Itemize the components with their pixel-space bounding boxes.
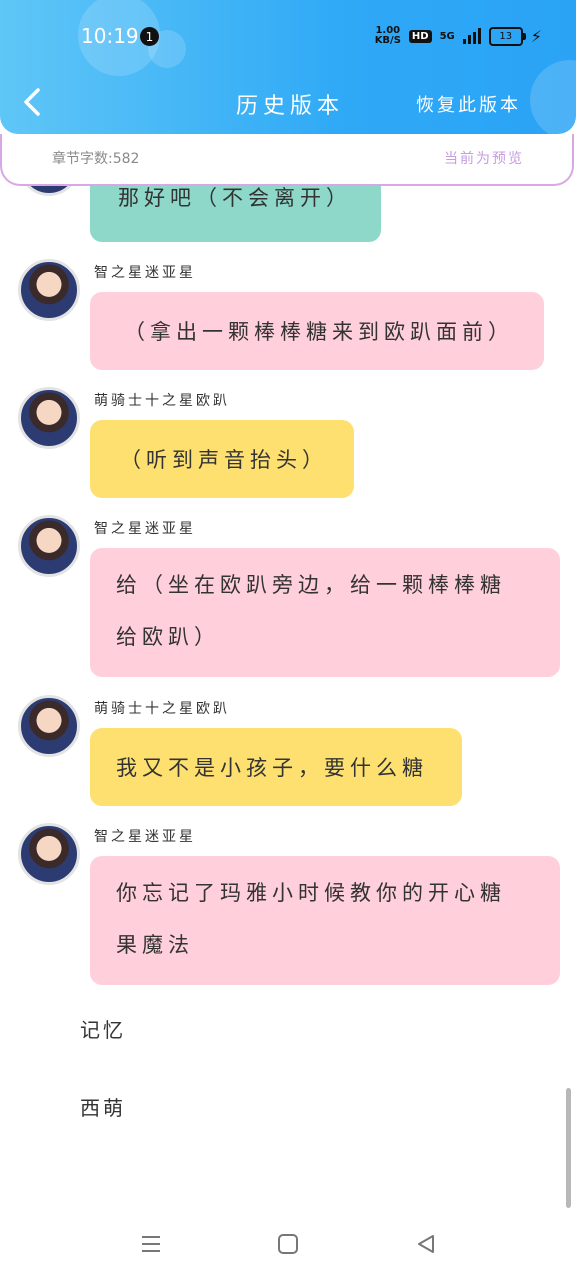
- chapter-info-bar: 章节字数:582 当前为预览: [0, 134, 574, 186]
- system-nav-bar: [0, 1216, 576, 1280]
- menu-button[interactable]: [133, 1232, 169, 1262]
- message-text: （听到声音抬头）: [120, 448, 328, 472]
- message-bubble: 我又不是小孩子，要什么糖: [90, 728, 462, 806]
- net-speed: 1.00 KB/S: [375, 26, 401, 46]
- battery-icon: 13: [488, 26, 526, 46]
- home-button[interactable]: [270, 1232, 306, 1262]
- message-bubble: 你忘记了玛雅小时候教你的开心糖 果魔法: [90, 856, 560, 985]
- scrollbar[interactable]: [566, 1088, 571, 1208]
- avatar[interactable]: [18, 823, 80, 885]
- avatar[interactable]: [18, 515, 80, 577]
- page-title: 历史版本: [236, 94, 345, 119]
- message-text-cont: 给欧趴）: [116, 625, 220, 649]
- system-icons: 1.00 KB/S HD 5G 13 ⚡: [375, 26, 542, 46]
- notification-badge: 1: [140, 27, 159, 46]
- sender-name: 萌骑士十之星欧趴: [94, 701, 230, 717]
- message-bubble: 给（坐在欧趴旁边，给一颗棒棒糖 给欧趴）: [90, 548, 560, 677]
- message-text: 那好吧（不会离开）: [118, 186, 352, 210]
- status-time: 10:19: [81, 24, 139, 48]
- signal-icon: [462, 28, 481, 44]
- sender-name: 智之星迷亚星: [94, 829, 196, 845]
- message-text: 给（坐在欧趴旁边，给一颗棒棒糖: [116, 573, 506, 597]
- avatar[interactable]: [18, 387, 80, 449]
- avatar[interactable]: [18, 695, 80, 757]
- hd-icon: HD: [408, 29, 432, 43]
- message-bubble: （拿出一颗棒棒糖来到欧趴面前）: [90, 292, 544, 370]
- message-text: 我又不是小孩子，要什么糖: [116, 756, 428, 780]
- sender-name: 萌骑士十之星欧趴: [94, 393, 230, 409]
- plain-text-ximeng: 西萌: [80, 1096, 126, 1120]
- network-type: 5G: [439, 30, 455, 42]
- message-text: （拿出一颗棒棒糖来到欧趴面前）: [124, 320, 514, 344]
- square-home-icon: [278, 1234, 298, 1254]
- message-text: 你忘记了玛雅小时候教你的开心糖: [116, 881, 506, 905]
- menu-icon: [142, 1236, 160, 1252]
- net-speed-unit: KB/S: [374, 35, 401, 46]
- back-button[interactable]: [18, 84, 48, 120]
- sender-name: 智之星迷亚星: [94, 521, 196, 537]
- triangle-back-icon: [418, 1235, 434, 1253]
- sender-name: 智之星迷亚星: [94, 265, 196, 281]
- app-header: 10:19 1 1.00 KB/S HD 5G 13 ⚡ 历史版本 恢复此版本: [0, 0, 576, 134]
- preview-label: 当前为预览: [444, 151, 524, 167]
- restore-version-button[interactable]: 恢复此版本: [416, 91, 521, 117]
- plain-text-memory: 记忆: [80, 1018, 126, 1042]
- charging-icon: ⚡: [530, 26, 542, 46]
- avatar[interactable]: [18, 259, 80, 321]
- status-bar: 10:19 1 1.00 KB/S HD 5G 13 ⚡: [0, 0, 576, 72]
- word-count: 章节字数:582: [52, 151, 140, 167]
- message-text-cont: 果魔法: [116, 933, 194, 957]
- system-back-button[interactable]: [408, 1232, 444, 1262]
- chevron-left-icon: [24, 88, 40, 116]
- message-bubble: （听到声音抬头）: [90, 420, 354, 498]
